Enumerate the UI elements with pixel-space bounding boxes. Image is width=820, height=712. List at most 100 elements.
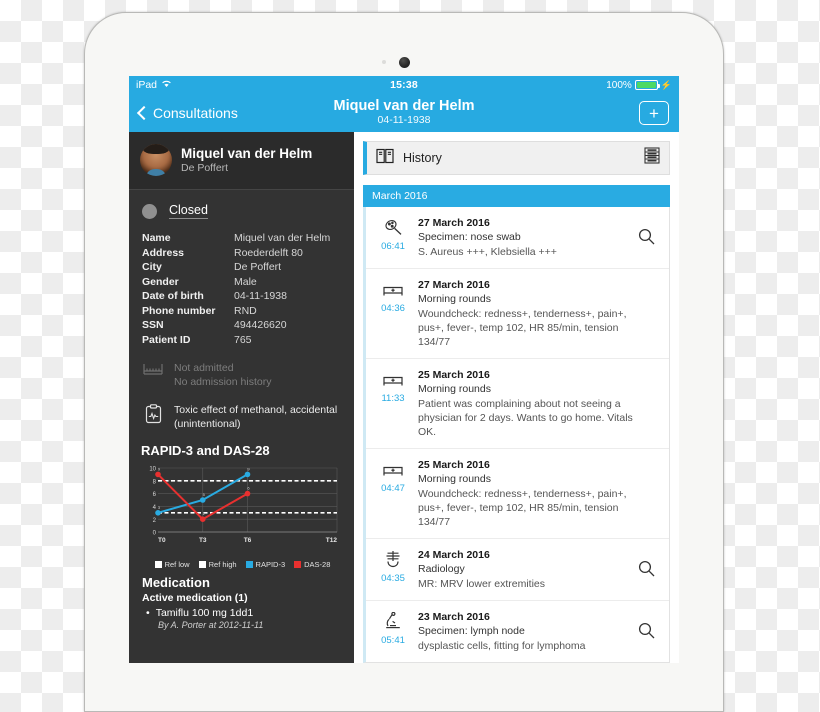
front-camera (399, 57, 410, 68)
scores-chart-section: RAPID-3 and DAS-28 0 2 4 6 8 10 T0 T3 T6 T12 3 5 9 9 2… (129, 431, 354, 569)
history-entry[interactable]: 11:33 25 March 2016 Morning rounds Patient … (366, 359, 669, 449)
entry-meta: 05:41 (370, 610, 416, 646)
info-value: 04-11-1938 (234, 290, 287, 302)
info-value: Roederdelft 80 (234, 246, 303, 259)
entry-meta: 06:41 (370, 216, 416, 252)
medication-item[interactable]: • Tamiflu 100 mg 1dd1 (142, 607, 341, 619)
sidebar-patient-location: De Poffert (181, 161, 229, 174)
info-row: Patient ID 765 (142, 333, 341, 348)
svg-text:10: 10 (149, 467, 156, 473)
consultation-status[interactable]: Closed (129, 190, 354, 229)
entry-content: 27 March 2016 Specimen: nose swab S. Aureu… (416, 216, 638, 259)
patient-header[interactable]: Miquel van der Helm De Poffert (129, 132, 354, 190)
entry-search-button[interactable] (638, 548, 660, 582)
entry-time: 04:47 (381, 483, 405, 494)
legend-label: Ref low (164, 560, 190, 569)
svg-text:2: 2 (203, 511, 206, 516)
admission-block[interactable]: Not admitted No admission history (129, 347, 354, 389)
history-entry[interactable]: 04:47 25 March 2016 Morning rounds Woundche… (366, 449, 669, 539)
entry-description: MR: MRV lower extremities (418, 578, 545, 590)
legend-swatch (294, 561, 302, 568)
svg-text:5: 5 (203, 492, 206, 497)
ios-status-bar: iPad 15:38 100% ⚡ (129, 76, 679, 94)
diagnosis-block[interactable]: Toxic effect of methanol, accidental (un… (129, 389, 354, 431)
info-value: RND (234, 304, 257, 317)
entry-type: Morning rounds (418, 383, 491, 395)
entry-meta: 04:36 (370, 278, 416, 314)
entry-meta: 11:33 (370, 368, 416, 404)
microscope-icon (370, 610, 416, 632)
bed-icon (370, 368, 416, 390)
history-entry[interactable]: 04:35 24 March 2016 Radiology MR: MRV lower… (366, 539, 669, 601)
chevron-left-icon (136, 105, 152, 121)
entry-search-button[interactable] (638, 216, 660, 250)
info-key: City (142, 261, 162, 273)
info-value: Male (234, 275, 257, 288)
ipad-screen: iPad 15:38 100% ⚡ Consultations Miquel v… (129, 76, 679, 663)
info-row: SSN 494426620 (142, 318, 341, 333)
bolt-icon: ⚡ (660, 79, 672, 90)
entry-search-button (638, 458, 660, 470)
entry-time: 04:36 (381, 303, 405, 314)
entry-content: 27 March 2016 Morning rounds Woundcheck: r… (416, 278, 638, 349)
svg-text:T6: T6 (244, 537, 252, 544)
ipad-device-frame: iPad 15:38 100% ⚡ Consultations Miquel v… (84, 12, 724, 712)
swab-icon (370, 216, 416, 238)
entry-date: 25 March 2016 (418, 459, 490, 471)
chart-plot[interactable]: 0 2 4 6 8 10 T0 T3 T6 T12 3 5 9 9 2 6 (141, 462, 344, 557)
back-button-label: Consultations (153, 105, 238, 121)
bed-icon (370, 458, 416, 480)
svg-text:0: 0 (153, 531, 157, 537)
info-key: Phone number (142, 304, 216, 317)
status-bar-right: 100% ⚡ (606, 80, 672, 91)
info-key: Name (142, 232, 171, 244)
entry-date: 27 March 2016 (418, 217, 490, 229)
svg-text:9: 9 (158, 466, 161, 471)
entry-date: 23 March 2016 (418, 611, 490, 623)
admission-history: No admission history (174, 376, 272, 388)
entry-content: 25 March 2016 Morning rounds Woundcheck: r… (416, 458, 638, 529)
entry-description: dysplastic cells, fitting for lymphoma (418, 640, 586, 652)
status-badge: Closed (169, 203, 208, 219)
diagnosis-line-2: (unintentional) (174, 418, 241, 430)
admission-status: Not admitted (174, 362, 234, 374)
list-view-icon[interactable] (644, 147, 660, 169)
info-value: 494426620 (234, 319, 287, 331)
book-icon (376, 148, 394, 169)
info-row: Gender Male (142, 275, 341, 290)
info-value: 765 (234, 333, 252, 346)
info-value: De Poffert (234, 261, 282, 273)
content-area: Miquel van der Helm De Poffert Closed Na… (129, 132, 679, 663)
info-key: Date of birth (142, 290, 204, 302)
history-header[interactable]: History (363, 141, 670, 175)
back-to-consultations-button[interactable]: Consultations (136, 105, 238, 121)
legend-item: Ref high (198, 560, 237, 569)
svg-text:T12: T12 (326, 537, 338, 544)
legend-label: Ref high (208, 560, 237, 569)
history-entry[interactable]: 04:36 27 March 2016 Morning rounds Woundche… (366, 269, 669, 359)
bullet-icon: • (146, 607, 150, 619)
history-entry[interactable]: 05:41 23 March 2016 Specimen: lymph node dy… (366, 601, 669, 662)
legend-item: DAS-28 (294, 560, 330, 569)
clipboard-vitals-icon (142, 403, 164, 424)
history-entry[interactable]: 06:41 27 March 2016 Specimen: nose swab S. … (366, 207, 669, 269)
active-medication-subheading: Active medication (1) (142, 592, 248, 604)
info-row: Phone number RND (142, 304, 341, 319)
entry-type: Radiology (418, 563, 465, 575)
chart-legend: Ref low Ref high RAPID-3 DAS-28 (141, 560, 344, 569)
entry-meta: 04:47 (370, 458, 416, 494)
patient-avatar (140, 144, 172, 176)
info-row: Name Miquel van der Helm (142, 231, 341, 246)
medication-heading: Medication (142, 575, 210, 590)
svg-text:4: 4 (153, 505, 157, 511)
info-key: SSN (142, 319, 164, 331)
svg-text:9: 9 (247, 466, 250, 471)
svg-text:T3: T3 (199, 537, 207, 544)
svg-text:6: 6 (153, 492, 157, 498)
month-divider: March 2016 (363, 185, 670, 207)
legend-swatch (154, 561, 162, 568)
entry-time: 05:41 (381, 635, 405, 646)
entry-type: Specimen: nose swab (418, 231, 521, 243)
add-button[interactable]: + (639, 101, 669, 125)
entry-search-button[interactable] (638, 610, 660, 644)
